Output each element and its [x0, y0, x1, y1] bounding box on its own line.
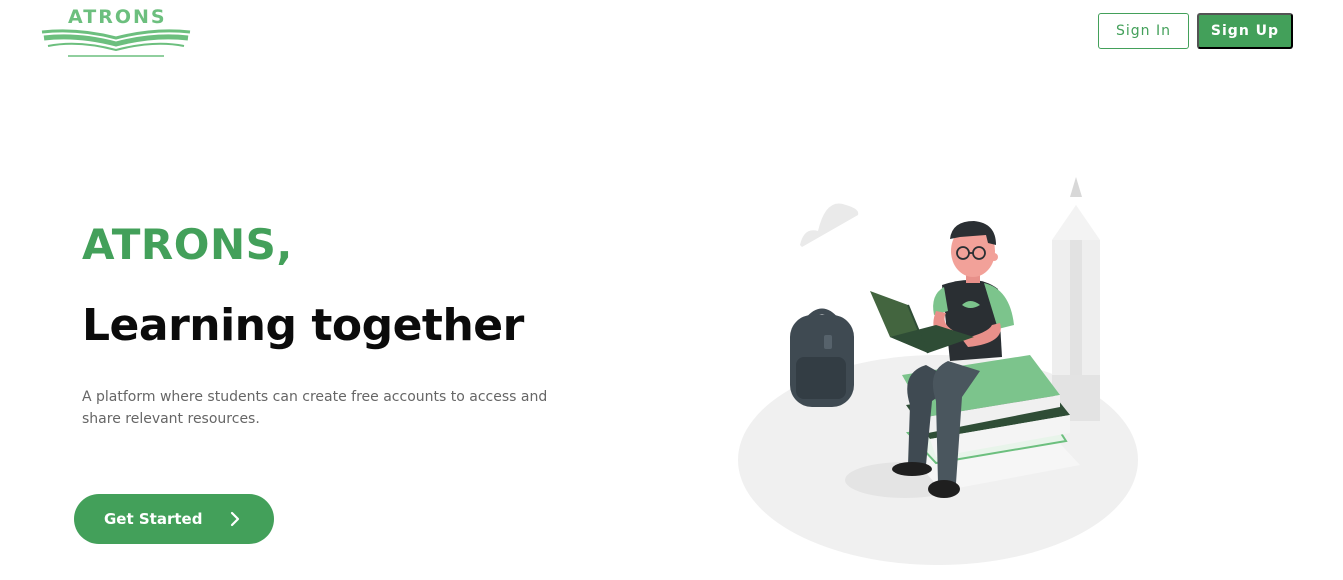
student-illustration: [738, 177, 1138, 565]
logo[interactable]: ATRONS: [38, 4, 194, 60]
sign-in-button[interactable]: Sign In: [1098, 13, 1189, 49]
chevron-right-icon: [230, 511, 240, 527]
sign-up-button[interactable]: Sign Up: [1197, 13, 1293, 49]
hero-description: A platform where students can create fre…: [82, 389, 548, 427]
hero-headline: Learning together: [82, 300, 524, 351]
get-started-label: Get Started: [104, 510, 203, 528]
book-icon: [41, 29, 191, 57]
hero-brand: ATRONS,: [82, 220, 293, 269]
get-started-button[interactable]: Get Started: [74, 494, 274, 544]
